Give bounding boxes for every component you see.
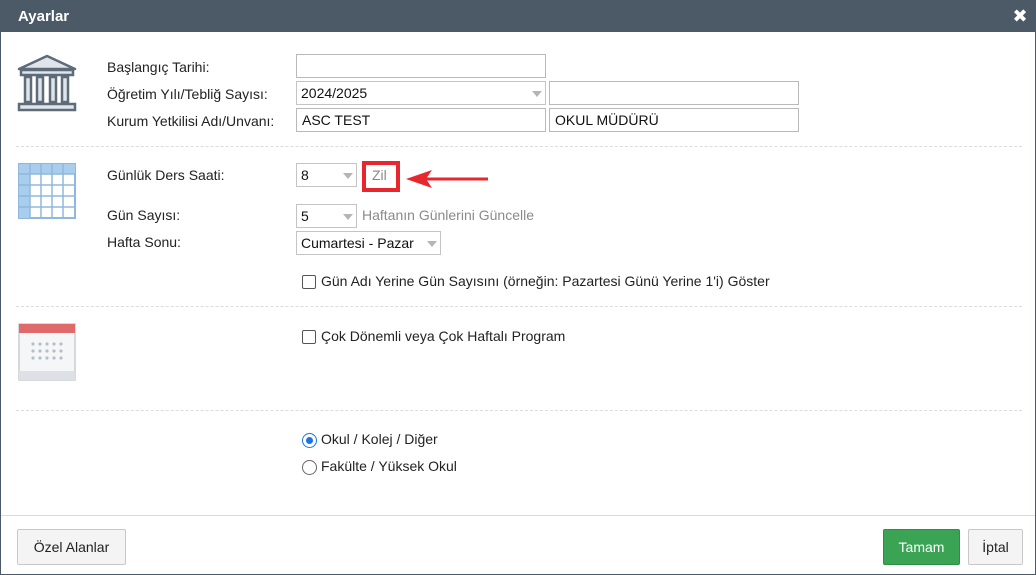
daily-hours-label: Günlük Ders Saati: [107, 167, 225, 183]
chevron-down-icon [532, 91, 542, 97]
section-divider [16, 410, 1022, 411]
section-divider [16, 146, 1022, 147]
bell-schedule-highlight: Zil [362, 161, 400, 192]
academic-year-value: 2024/2025 [301, 85, 368, 101]
weekend-value: Cumartesi - Pazar [301, 235, 414, 251]
day-count-value: 5 [301, 208, 309, 224]
day-count-label: Gün Sayısı: [107, 207, 181, 223]
multi-period-label: Çok Dönemli veya Çok Haftalı Program [321, 328, 566, 344]
weekend-select[interactable]: Cumartesi - Pazar [296, 231, 441, 255]
chevron-down-icon [343, 173, 353, 179]
school-type-radio-faculty[interactable] [302, 460, 317, 475]
update-weekdays-link[interactable]: Haftanın Günlerini Güncelle [362, 207, 534, 223]
dialog-title: Ayarlar [18, 8, 70, 25]
weekend-label: Hafta Sonu: [107, 234, 181, 250]
custom-fields-button[interactable]: Özel Alanlar [17, 529, 126, 565]
chevron-down-icon [343, 214, 353, 220]
official-name-input[interactable] [296, 108, 546, 132]
daily-hours-value: 8 [301, 167, 309, 183]
institution-building-icon [17, 54, 77, 112]
chevron-down-icon [427, 241, 437, 247]
timetable-grid-icon [18, 163, 76, 219]
dialog-footer: Özel Alanlar Tamam İptal [1, 515, 1035, 574]
settings-dialog: Ayarlar ✖ Başlangıç Tarihi: Öğretim Yılı… [0, 0, 1036, 575]
official-label: Kurum Yetkilisi Adı/Unvanı: [107, 113, 275, 129]
school-type-radio-school[interactable] [302, 433, 317, 448]
annotation-arrow-icon [406, 170, 488, 188]
circular-number-input[interactable] [549, 81, 799, 105]
show-day-number-checkbox[interactable] [302, 275, 316, 289]
school-type-label-faculty: Fakülte / Yüksek Okul [321, 458, 457, 474]
calendar-icon [18, 323, 76, 381]
dialog-titlebar: Ayarlar ✖ [1, 1, 1035, 32]
cancel-button[interactable]: İptal [968, 529, 1023, 565]
bell-schedule-link[interactable]: Zil [372, 167, 387, 183]
school-type-label-school: Okul / Kolej / Diğer [321, 431, 438, 447]
multi-period-checkbox[interactable] [302, 330, 316, 344]
close-icon[interactable]: ✖ [1011, 6, 1029, 26]
section-divider [16, 306, 1022, 307]
daily-hours-select[interactable]: 8 [296, 163, 357, 187]
official-title-input[interactable] [549, 108, 799, 132]
show-day-number-label: Gün Adı Yerine Gün Sayısını (örneğin: Pa… [321, 273, 770, 289]
academic-year-select[interactable]: 2024/2025 [296, 81, 546, 105]
day-count-select[interactable]: 5 [296, 204, 357, 228]
start-date-input[interactable] [296, 54, 546, 78]
start-date-label: Başlangıç Tarihi: [107, 59, 210, 75]
ok-button[interactable]: Tamam [883, 529, 960, 565]
academic-year-label: Öğretim Yılı/Tebliğ Sayısı: [107, 86, 268, 102]
